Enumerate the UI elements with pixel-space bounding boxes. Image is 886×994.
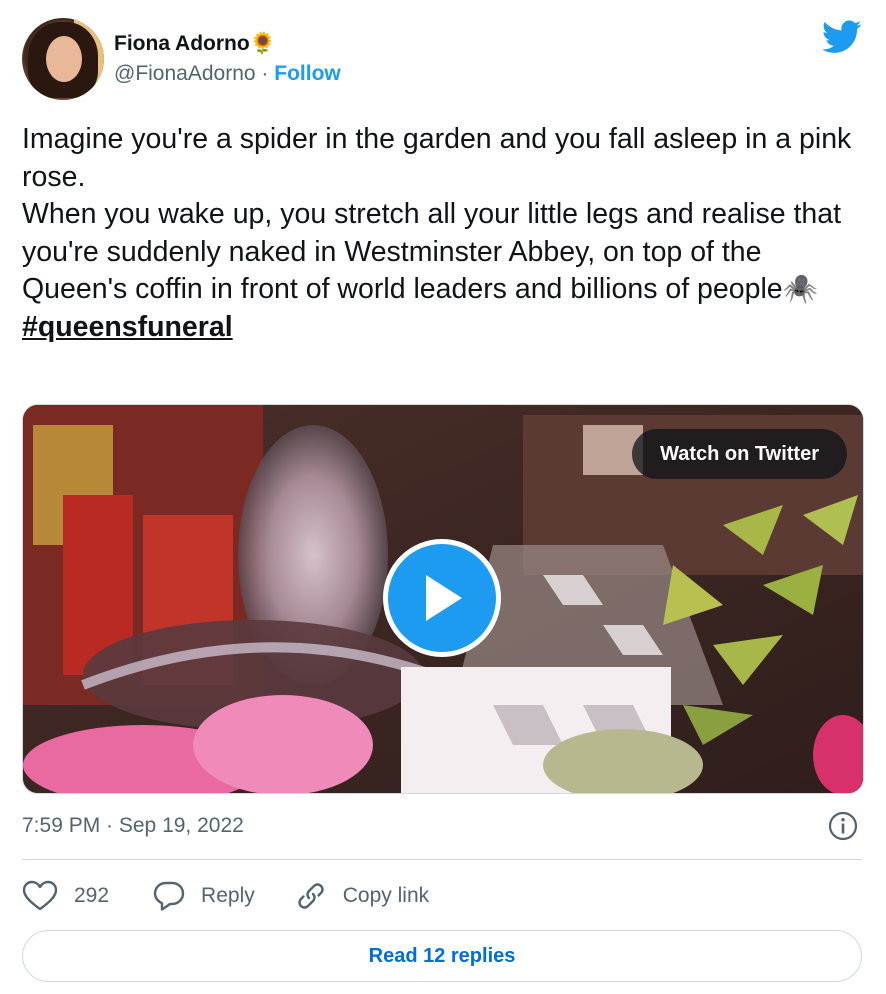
watch-on-twitter-button[interactable]: Watch on Twitter <box>632 429 847 479</box>
play-button[interactable] <box>383 539 501 657</box>
like-count: 292 <box>74 884 110 907</box>
reply-action[interactable]: Reply <box>153 880 255 912</box>
tweet-timestamp[interactable]: 7:59 PM · Sep 19, 2022 <box>22 812 244 840</box>
reply-icon <box>153 881 185 911</box>
tweet-header: Fiona Adorno🌻 @FionaAdorno · Follow <box>22 16 341 102</box>
display-name[interactable]: Fiona Adorno🌻 <box>114 30 341 58</box>
author-info: Fiona Adorno🌻 @FionaAdorno · Follow <box>114 30 341 88</box>
copy-link-action[interactable]: Copy link <box>295 880 429 912</box>
separator: · <box>255 62 275 85</box>
handle-row: @FionaAdorno · Follow <box>114 60 341 88</box>
heart-icon <box>22 880 58 911</box>
link-icon <box>298 883 324 909</box>
info-icon[interactable] <box>828 811 858 841</box>
tweet-body: Imagine you're a spider in the garden an… <box>22 123 852 305</box>
video-media[interactable]: Watch on Twitter <box>22 404 864 794</box>
reply-label: Reply <box>201 884 255 907</box>
read-replies-button[interactable]: Read 12 replies <box>22 930 862 982</box>
avatar[interactable] <box>22 18 104 100</box>
tweet-text: Imagine you're a spider in the garden an… <box>22 121 872 346</box>
like-action[interactable]: 292 <box>22 880 109 912</box>
copy-link-label: Copy link <box>342 884 430 907</box>
follow-button[interactable]: Follow <box>274 62 341 85</box>
action-bar: 292 Reply Copy link <box>22 876 429 916</box>
twitter-logo-icon[interactable] <box>822 20 862 54</box>
divider <box>22 859 862 860</box>
play-icon <box>426 575 462 621</box>
hashtag-link[interactable]: #queensfuneral <box>22 309 233 347</box>
handle[interactable]: @FionaAdorno <box>114 62 256 85</box>
tweet-card: Fiona Adorno🌻 @FionaAdorno · Follow Imag… <box>0 0 886 994</box>
